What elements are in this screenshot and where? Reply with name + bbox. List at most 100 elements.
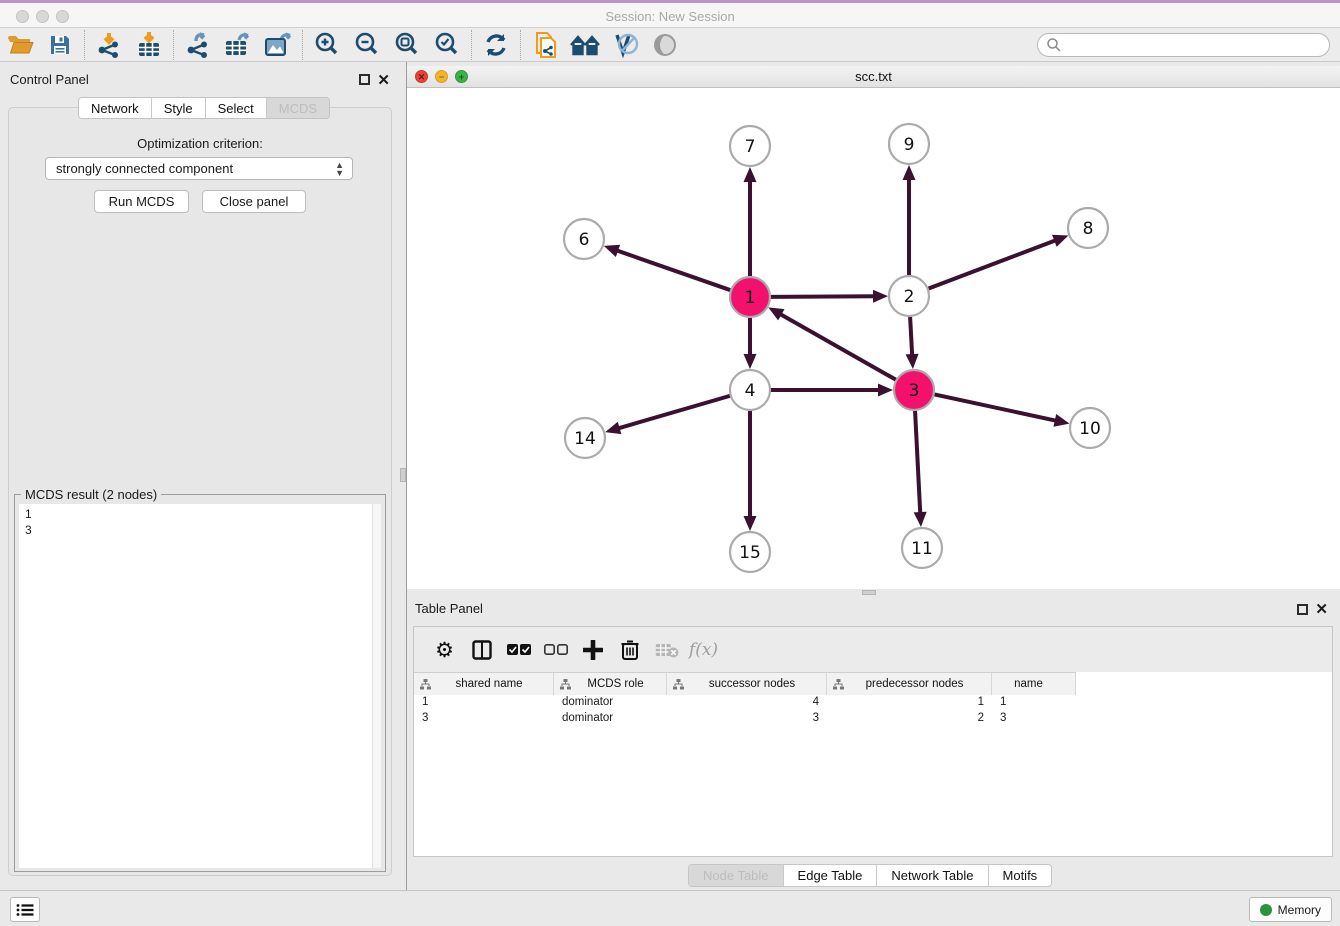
- tab-network[interactable]: Network: [79, 98, 152, 118]
- column-header-MCDS-role[interactable]: MCDS role: [554, 673, 667, 695]
- graph-edge[interactable]: [779, 313, 896, 379]
- table-cell[interactable]: 3: [992, 710, 1076, 726]
- column-layout-icon[interactable]: [463, 632, 500, 668]
- toolbar-separator: [520, 30, 521, 60]
- table-cell[interactable]: 3: [667, 710, 827, 726]
- table-tabs: Node Table Edge Table Network Table Moti…: [688, 864, 1052, 887]
- column-type-icon: [673, 679, 684, 690]
- criterion-dropdown[interactable]: strongly connected component ▲▼: [45, 157, 353, 180]
- search-input[interactable]: [1062, 38, 1329, 52]
- delete-column-icon[interactable]: [611, 632, 648, 668]
- result-scrollbar[interactable]: [372, 504, 381, 868]
- bird-eye-view-icon[interactable]: [645, 29, 685, 61]
- table-cell[interactable]: dominator: [554, 694, 667, 710]
- refresh-view-icon[interactable]: [476, 29, 516, 61]
- column-header-predecessor-nodes[interactable]: predecessor nodes: [827, 673, 992, 695]
- export-table-icon[interactable]: [218, 29, 258, 61]
- close-panel-button[interactable]: Close panel: [202, 190, 306, 213]
- run-mcds-button[interactable]: Run MCDS: [94, 190, 189, 213]
- tab-edge-table[interactable]: Edge Table: [784, 865, 878, 886]
- table-cell[interactable]: 2: [827, 710, 992, 726]
- edge-arrowhead: [744, 516, 757, 531]
- column-type-icon: [833, 679, 844, 690]
- table-row[interactable]: 1dominator411: [414, 694, 1076, 710]
- graph-edge[interactable]: [910, 317, 912, 357]
- graph-edge[interactable]: [617, 396, 730, 429]
- edge-arrowhead: [914, 512, 927, 527]
- column-header-shared-name[interactable]: shared name: [414, 673, 554, 695]
- table-cell[interactable]: 1: [414, 694, 554, 710]
- zoom-selected-icon[interactable]: [427, 29, 467, 61]
- status-bar: Memory: [0, 890, 1340, 926]
- table-row[interactable]: 3dominator323: [414, 710, 1076, 726]
- tab-style[interactable]: Style: [152, 98, 206, 118]
- open-file-icon[interactable]: [0, 29, 40, 61]
- clone-network-icon[interactable]: [525, 29, 565, 61]
- deselect-all-checkboxes-icon[interactable]: [537, 632, 574, 668]
- network-graph[interactable]: 7968124314101511: [407, 88, 1340, 589]
- float-panel-icon[interactable]: [359, 74, 370, 85]
- tab-motifs[interactable]: Motifs: [989, 865, 1052, 886]
- graph-edge[interactable]: [915, 411, 920, 515]
- edge-arrowhead: [604, 245, 620, 257]
- delete-table-disabled-icon: [648, 632, 685, 668]
- memory-label: Memory: [1278, 903, 1321, 917]
- graph-node-label: 4: [745, 381, 756, 401]
- export-network-icon[interactable]: [178, 29, 218, 61]
- open-browser-icon[interactable]: [565, 29, 605, 61]
- close-table-panel-icon[interactable]: ✕: [1315, 600, 1328, 618]
- function-builder-disabled-icon: f(x): [685, 632, 722, 668]
- graph-edge[interactable]: [771, 296, 876, 297]
- select-all-checkboxes-icon[interactable]: [500, 632, 537, 668]
- table-cell[interactable]: 3: [414, 710, 554, 726]
- import-network-icon[interactable]: [89, 29, 129, 61]
- splitter-handle[interactable]: [862, 590, 876, 595]
- add-column-icon[interactable]: [574, 632, 611, 668]
- graph-node-label: 10: [1079, 419, 1101, 439]
- column-header-name[interactable]: name: [992, 673, 1076, 695]
- graph-edge[interactable]: [935, 394, 1058, 421]
- tab-network-table[interactable]: Network Table: [877, 865, 988, 886]
- table-toolbar: ⚙ f(x): [414, 627, 1332, 672]
- search-box[interactable]: [1037, 33, 1330, 57]
- splitter-handle[interactable]: [400, 468, 406, 482]
- table-cell[interactable]: 1: [827, 694, 992, 710]
- edge-arrowhead: [605, 422, 621, 434]
- tab-select[interactable]: Select: [206, 98, 267, 118]
- graph-edge[interactable]: [615, 250, 730, 290]
- zoom-in-icon[interactable]: [307, 29, 347, 61]
- network-window-titlebar[interactable]: ✕ − + scc.txt: [407, 66, 1340, 88]
- network-canvas[interactable]: 7968124314101511: [407, 88, 1340, 589]
- tab-mcds[interactable]: MCDS: [267, 98, 329, 118]
- memory-button[interactable]: Memory: [1249, 897, 1332, 922]
- window-title: Session: New Session: [0, 9, 1340, 24]
- task-history-button[interactable]: [10, 897, 40, 922]
- zoom-fit-icon[interactable]: [387, 29, 427, 61]
- import-table-icon[interactable]: [129, 29, 169, 61]
- table-cell[interactable]: 1: [992, 694, 1076, 710]
- zoom-out-icon[interactable]: [347, 29, 387, 61]
- horizontal-splitter[interactable]: [407, 589, 1340, 596]
- close-panel-icon[interactable]: ✕: [377, 71, 390, 89]
- graph-edge[interactable]: [929, 240, 1058, 289]
- save-session-icon[interactable]: [40, 29, 80, 61]
- table-cell[interactable]: dominator: [554, 710, 667, 726]
- table-settings-icon[interactable]: ⚙: [426, 632, 463, 668]
- control-panel-title: Control Panel: [10, 72, 89, 87]
- tab-node-table[interactable]: Node Table: [689, 865, 784, 886]
- column-header-successor-nodes[interactable]: successor nodes: [667, 673, 827, 695]
- toolbar-separator: [302, 30, 303, 60]
- dropdown-stepper-icon: ▲▼: [335, 161, 344, 177]
- table-cell[interactable]: 4: [667, 694, 827, 710]
- edge-arrowhead: [1053, 414, 1069, 427]
- export-image-icon[interactable]: [258, 29, 298, 61]
- vertical-splitter[interactable]: [400, 62, 407, 890]
- node-table-header[interactable]: shared nameMCDS rolesuccessor nodesprede…: [414, 672, 1076, 694]
- control-panel-tabs: Network Style Select MCDS: [78, 97, 330, 119]
- node-table-body[interactable]: 1dominator4113dominator323: [414, 694, 1076, 726]
- hide-graphics-details-icon[interactable]: [605, 29, 645, 61]
- graph-node-label: 11: [911, 539, 933, 559]
- mcds-result-text[interactable]: 1 3: [19, 504, 381, 868]
- graph-node-label: 9: [904, 135, 915, 155]
- float-table-panel-icon[interactable]: [1297, 604, 1308, 615]
